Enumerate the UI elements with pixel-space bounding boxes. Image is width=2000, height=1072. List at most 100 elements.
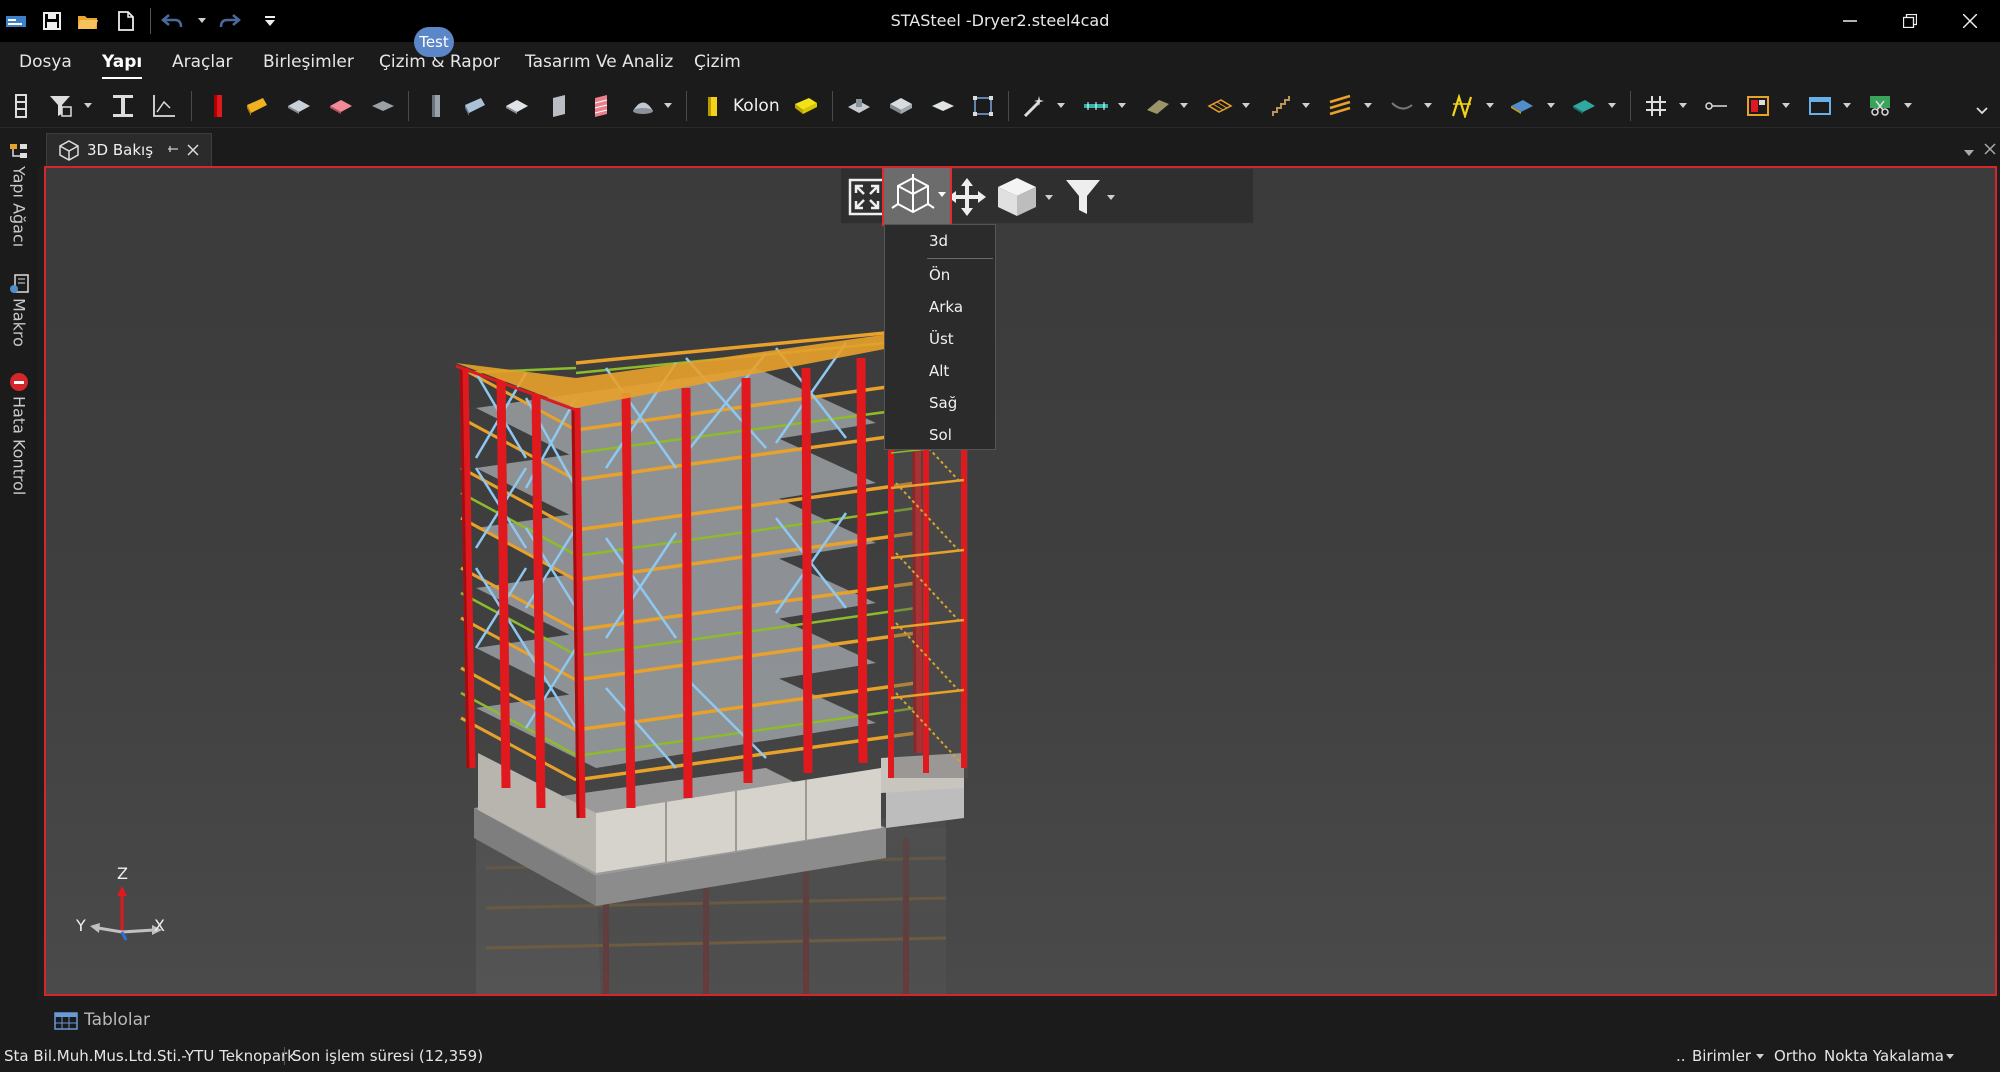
slab-icon[interactable] (286, 92, 312, 120)
select-frame-icon[interactable] (970, 92, 996, 120)
app-logo-icon[interactable] (4, 9, 28, 33)
view-menu-item-on[interactable]: Ön (929, 266, 950, 284)
side-tab-yapi-agaci[interactable]: Yapı Ağacı (6, 142, 32, 247)
grating-dropdown-icon[interactable] (1242, 103, 1250, 108)
i-beam-section-icon[interactable] (110, 92, 136, 120)
side-tab-hata-kontrol[interactable]: Hata Kontrol (6, 372, 32, 495)
rebar-dropdown-icon[interactable] (1118, 103, 1126, 108)
beam-yellow-icon[interactable] (244, 92, 270, 120)
snap-button[interactable]: Nokta Yakalama (1824, 1040, 1944, 1072)
tab-3d-bakis[interactable]: 3D Bakış (46, 133, 212, 166)
view-cube-button[interactable] (995, 175, 1039, 219)
thin-plate-icon[interactable] (370, 92, 396, 120)
view-menu-item-alt[interactable]: Alt (929, 362, 949, 380)
area-load-icon[interactable] (1570, 92, 1598, 120)
units-dropdown-icon[interactable] (1756, 1054, 1764, 1059)
magic-wand-dropdown-icon[interactable] (1057, 103, 1065, 108)
menu-yapi[interactable]: Yapı (102, 42, 143, 83)
area-load-dropdown-icon[interactable] (1608, 103, 1616, 108)
roof-panel-dropdown-icon[interactable] (1180, 103, 1188, 108)
surface-load-dropdown-icon[interactable] (1547, 103, 1555, 108)
surface-load-icon[interactable] (1508, 92, 1536, 120)
concrete-column-icon[interactable] (424, 92, 448, 120)
undo-dropdown-icon[interactable] (198, 18, 206, 23)
column-red-icon[interactable] (206, 92, 230, 120)
side-tab-makro[interactable]: Makro (6, 274, 32, 347)
view-menu-item-sag[interactable]: Sağ (929, 394, 957, 412)
ortho-toggle[interactable]: Ortho (1774, 1040, 1817, 1072)
view-direction-dropdown-icon[interactable] (938, 192, 946, 197)
bracing-dropdown-icon[interactable] (1486, 103, 1494, 108)
grid-icon[interactable] (1642, 92, 1670, 120)
raft-foundation-icon[interactable] (888, 92, 914, 120)
redo-icon[interactable] (218, 9, 242, 33)
foundation-icon[interactable] (846, 92, 872, 120)
concrete-beam-icon[interactable] (462, 92, 488, 120)
menu-birlesimler[interactable]: Birleşimler (263, 42, 354, 83)
view-menu-item-ust[interactable]: Üst (929, 330, 954, 348)
plate-pink-icon[interactable] (328, 92, 354, 120)
view-menu-item-3d[interactable]: 3d (929, 232, 948, 250)
units-button[interactable]: Birimler (1692, 1040, 1751, 1072)
restore-button[interactable] (1880, 0, 1940, 42)
grid-dropdown-icon[interactable] (1679, 103, 1687, 108)
view-menu-item-arka[interactable]: Arka (929, 298, 963, 316)
cut-tool-icon[interactable] (1866, 92, 1894, 120)
3d-viewport[interactable]: 3d Ön Arka Üst Alt Sağ Sol Z Y X (44, 166, 1997, 996)
brick-wall-icon[interactable] (588, 92, 614, 120)
structure-tree-icon[interactable] (10, 92, 32, 120)
section-panel-dropdown-icon[interactable] (1782, 103, 1790, 108)
minimize-button[interactable] (1820, 0, 1880, 42)
concrete-slab-icon[interactable] (504, 92, 530, 120)
purlin-dropdown-icon[interactable] (1364, 103, 1372, 108)
filter-select-icon[interactable] (48, 92, 74, 120)
filter-dropdown-icon[interactable] (84, 103, 92, 108)
menu-dosya[interactable]: Dosya (19, 42, 72, 83)
close-tab-icon[interactable] (187, 144, 199, 156)
pin-icon[interactable] (167, 144, 179, 156)
magic-wand-icon[interactable] (1020, 92, 1046, 120)
customize-quick-access-icon[interactable] (258, 9, 282, 33)
purlin-icon[interactable] (1326, 92, 1354, 120)
cut-tool-dropdown-icon[interactable] (1904, 103, 1912, 108)
view-direction-button[interactable] (882, 168, 952, 226)
filter-view-button[interactable] (1063, 175, 1103, 219)
stair-dropdown-icon[interactable] (1302, 103, 1310, 108)
dimension-line-icon[interactable] (1702, 92, 1730, 120)
save-icon[interactable] (40, 9, 64, 33)
view-menu-item-sol[interactable]: Sol (929, 426, 952, 444)
new-file-icon[interactable] (114, 9, 138, 33)
open-folder-icon[interactable] (76, 9, 100, 33)
tab-list-dropdown-icon[interactable] (1964, 142, 1974, 161)
menu-cizim[interactable]: Çizim (694, 42, 741, 83)
window-view-dropdown-icon[interactable] (1843, 103, 1851, 108)
filter-view-dropdown-icon[interactable] (1107, 195, 1115, 200)
stair-icon[interactable] (1266, 92, 1294, 120)
window-view-icon[interactable] (1806, 92, 1834, 120)
menu-tasarim-ve-analiz[interactable]: Tasarım Ve Analiz (525, 42, 673, 83)
cable-dropdown-icon[interactable] (1424, 103, 1432, 108)
kolon-button[interactable]: Kolon (733, 92, 780, 120)
dome-dropdown-icon[interactable] (664, 103, 672, 108)
close-all-tabs-icon[interactable] (1984, 140, 1996, 159)
undo-icon[interactable] (160, 9, 184, 33)
bracing-icon[interactable] (1448, 92, 1476, 120)
roof-panel-icon[interactable] (1144, 92, 1172, 120)
flat-plate-icon[interactable] (930, 92, 956, 120)
dome-icon[interactable] (630, 92, 656, 120)
tables-icon[interactable] (54, 1012, 78, 1034)
menu-araclar[interactable]: Araçlar (172, 42, 233, 83)
grating-icon[interactable] (1206, 92, 1234, 120)
building-3d-model[interactable] (46, 168, 1997, 996)
ribbon-expand-chevron-icon[interactable] (1972, 97, 1992, 125)
section-panel-icon[interactable] (1744, 92, 1772, 120)
wall-icon[interactable] (546, 92, 572, 120)
cable-icon[interactable] (1388, 92, 1416, 120)
view-cube-dropdown-icon[interactable] (1045, 195, 1053, 200)
snap-dropdown-icon[interactable] (1946, 1054, 1954, 1059)
close-window-button[interactable] (1940, 0, 2000, 42)
tables-tab[interactable]: Tablolar (84, 1000, 150, 1040)
rebar-line-icon[interactable] (1082, 92, 1110, 120)
footing-yellow-icon[interactable] (792, 92, 820, 120)
kolon-icon[interactable] (700, 92, 724, 120)
